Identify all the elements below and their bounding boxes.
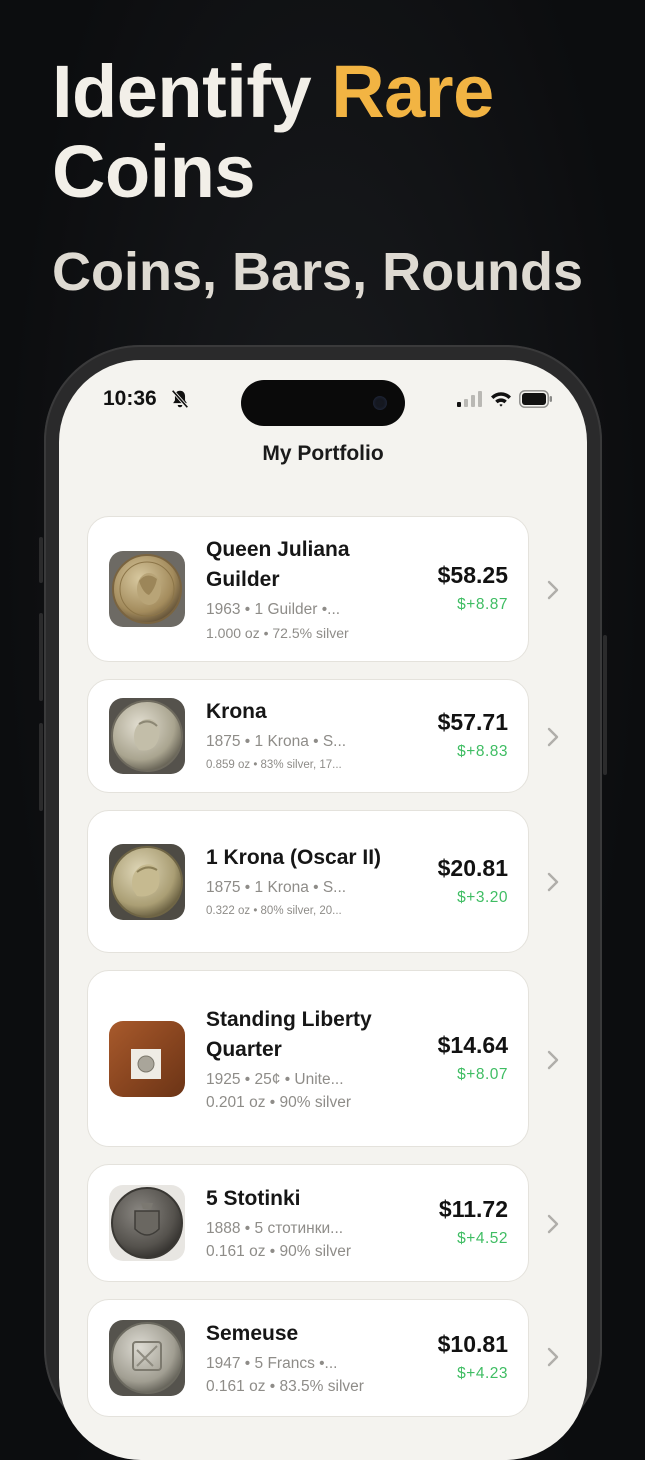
hero-title: Identify Rare Coins — [52, 52, 612, 212]
chevron-right-icon — [547, 1214, 559, 1234]
coin-semeuse-thumbnail — [109, 1320, 185, 1396]
coin-price: $14.64 — [437, 1031, 508, 1058]
price-block: $20.81 $+3.20 — [438, 854, 508, 910]
coin-name: Krona — [206, 700, 267, 723]
status-time: 10:36 — [103, 387, 157, 410]
front-camera — [373, 396, 387, 410]
coin-info: Standing Liberty Quarter 1925 • 25¢ • Un… — [206, 1005, 386, 1113]
coin-change: $+8.83 — [457, 743, 508, 760]
cellular-signal-icon — [457, 391, 482, 407]
coin-price: $58.25 — [437, 562, 508, 588]
coin-detail: 0.161 oz • 90% silver — [206, 1243, 352, 1260]
coin-detail: 0.201 oz • 90% silver — [206, 1093, 352, 1111]
coin-name: 5 Stotinki — [206, 1187, 301, 1210]
coin-name: 1 Krona (Oscar II) — [206, 845, 382, 869]
coin-name: Queen Juliana Guilder — [206, 538, 350, 591]
coin-meta: 1875 • 1 Krona • S... — [206, 733, 347, 750]
volume-up-button — [39, 613, 43, 701]
coin-info: Krona 1875 • 1 Krona • S... 0.859 oz • 8… — [206, 697, 386, 775]
portfolio-item[interactable]: Queen Juliana Guilder 1963 • 1 Guilder •… — [87, 516, 559, 662]
coin-price: $11.72 — [438, 1196, 508, 1222]
power-button — [603, 635, 607, 775]
portfolio-item[interactable]: 1 Krona (Oscar II) 1875 • 1 Krona • S...… — [87, 810, 559, 953]
phone-screen: 10:36 My Portfolio Queen Juliana Guilder… — [59, 360, 587, 1460]
chevron-right-icon — [547, 872, 559, 892]
coin-meta: 1947 • 5 Francs •... — [206, 1355, 338, 1372]
wifi-icon — [491, 392, 511, 407]
coin-change: $+4.23 — [457, 1365, 508, 1382]
coin-meta: 1888 • 5 стотинки... — [206, 1220, 344, 1237]
screen-title: My Portfolio — [262, 442, 384, 465]
hero-subtitle: Coins, Bars, Rounds — [52, 242, 584, 302]
coin-oscar-thumbnail — [109, 843, 185, 920]
chevron-right-icon — [547, 580, 559, 600]
coin-info: Queen Juliana Guilder 1963 • 1 Guilder •… — [206, 535, 386, 643]
coin-meta: 1963 • 1 Guilder •... — [206, 601, 341, 618]
chevron-right-icon — [547, 1347, 559, 1367]
volume-down-button — [39, 723, 43, 811]
coin-name: Semeuse — [206, 1322, 299, 1345]
coin-info: 5 Stotinki 1888 • 5 стотинки... 0.161 oz… — [206, 1184, 386, 1262]
portfolio-item[interactable]: Standing Liberty Quarter 1925 • 25¢ • Un… — [87, 970, 559, 1147]
coin-change: $+3.20 — [457, 888, 508, 906]
coin-price: $10.81 — [437, 1331, 508, 1357]
battery-icon — [519, 390, 552, 408]
portfolio-item[interactable]: Semeuse 1947 • 5 Francs •... 0.161 oz • … — [87, 1299, 559, 1417]
coin-stotinki-thumbnail — [109, 1185, 185, 1261]
action-button — [39, 537, 43, 583]
chevron-right-icon — [547, 1050, 559, 1070]
coin-price: $20.81 — [437, 854, 508, 881]
portfolio-item[interactable]: 5 Stotinki 1888 • 5 стотинки... 0.161 oz… — [87, 1164, 559, 1282]
coin-quarter-thumbnail — [109, 1020, 185, 1097]
price-block: $11.72 $+4.52 — [439, 1195, 508, 1251]
hero-title-part1: Identify — [52, 50, 332, 133]
hero-title-part2: Coins — [52, 130, 256, 213]
coin-meta: 1925 • 25¢ • Unite... — [206, 1070, 344, 1088]
hero-title-accent: Rare — [331, 50, 494, 133]
phone-frame: 10:36 My Portfolio Queen Juliana Guilder… — [39, 345, 607, 1460]
coin-info: 1 Krona (Oscar II) 1875 • 1 Krona • S...… — [206, 843, 386, 921]
portfolio-item[interactable]: Krona 1875 • 1 Krona • S... 0.859 oz • 8… — [87, 679, 559, 793]
coin-detail: 1.000 oz • 72.5% silver — [206, 625, 349, 641]
coin-change: $+8.87 — [457, 596, 508, 613]
hero-banner: Identify Rare Coins Coins, Bars, Rounds — [52, 52, 612, 303]
coin-guilder-thumbnail — [109, 551, 185, 627]
dynamic-island — [241, 380, 405, 426]
price-block: $58.25 $+8.87 — [438, 561, 508, 617]
coin-detail: 0.161 oz • 83.5% silver — [206, 1378, 364, 1395]
chevron-right-icon — [547, 727, 559, 747]
portfolio-list: Queen Juliana Guilder 1963 • 1 Guilder •… — [87, 516, 559, 1434]
bell-slash-icon — [171, 389, 189, 409]
coin-price: $57.71 — [437, 709, 508, 735]
status-bar: 10:36 — [59, 360, 587, 440]
price-block: $14.64 $+8.07 — [438, 1031, 508, 1087]
coin-detail: 0.322 oz • 80% silver, 20... — [206, 904, 342, 917]
status-icons — [457, 390, 553, 408]
coin-info: Semeuse 1947 • 5 Francs •... 0.161 oz • … — [206, 1319, 386, 1397]
coin-krona-thumbnail — [109, 698, 185, 774]
coin-meta: 1875 • 1 Krona • S... — [206, 878, 347, 896]
price-block: $10.81 $+4.23 — [438, 1330, 508, 1386]
coin-change: $+4.52 — [457, 1230, 508, 1247]
price-block: $57.71 $+8.83 — [438, 708, 508, 764]
coin-change: $+8.07 — [457, 1065, 508, 1083]
coin-detail: 0.859 oz • 83% silver, 17... — [206, 759, 342, 771]
coin-name: Standing Liberty Quarter — [206, 1007, 372, 1061]
